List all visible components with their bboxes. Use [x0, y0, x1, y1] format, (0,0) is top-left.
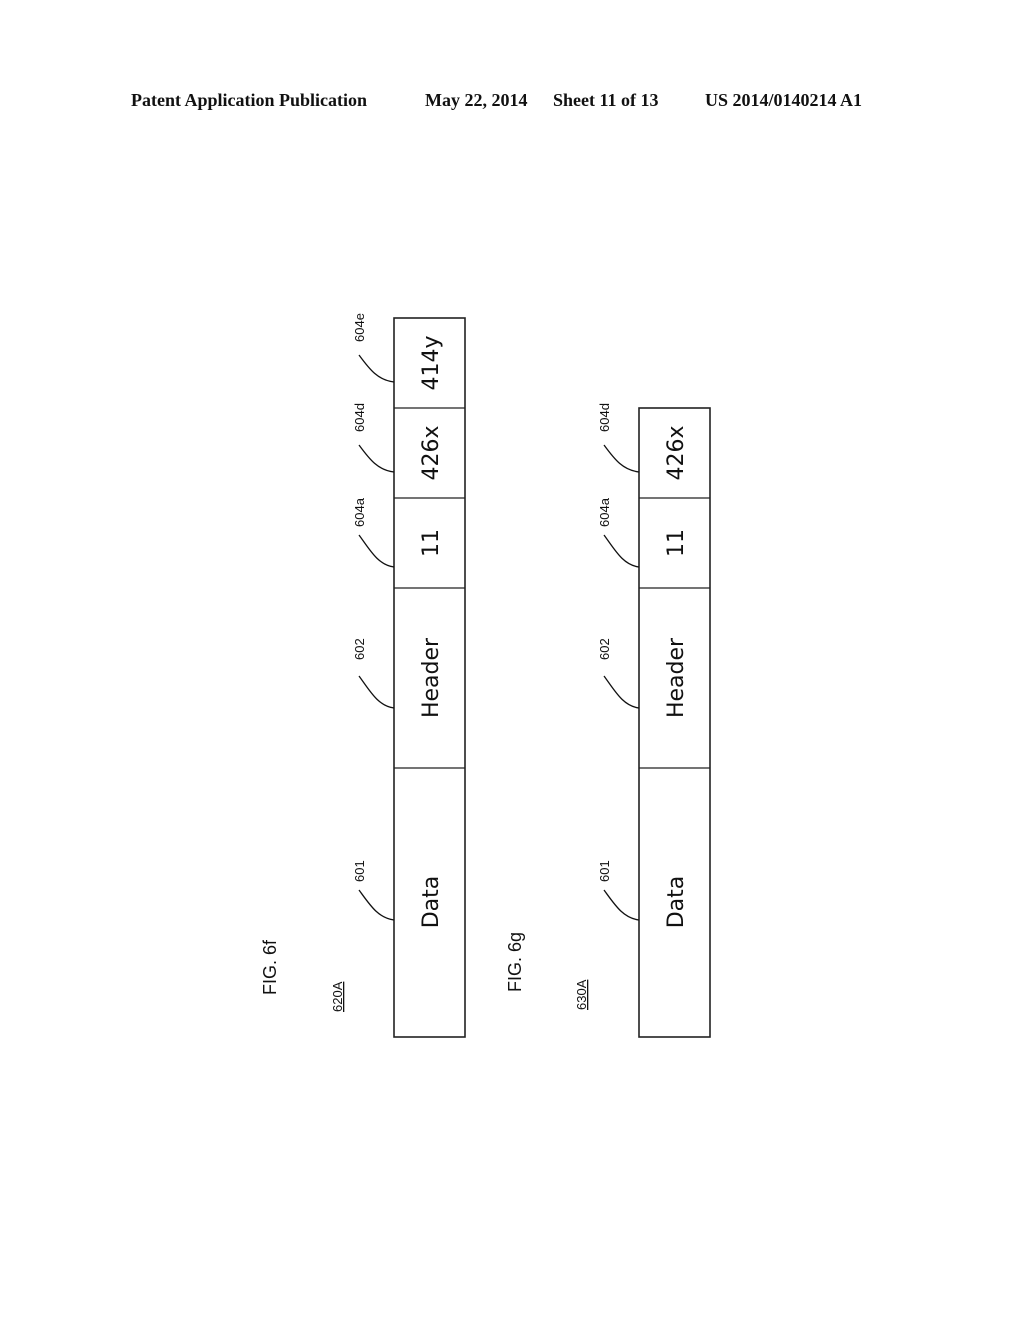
cell-header: Header — [664, 637, 689, 718]
leader-line — [358, 534, 395, 568]
ref-label: 604a — [352, 497, 367, 527]
packet-outline — [638, 407, 711, 1038]
ref-label: 604e — [352, 313, 367, 342]
figure-label: FIG. 6f — [260, 939, 280, 995]
leader-line — [603, 534, 640, 568]
figure-drawing: FIG. 6f 620A Data Header 11 426x 414y 60… — [260, 313, 711, 1038]
ref-label: 601 — [352, 860, 367, 882]
ref-label: 602 — [352, 638, 367, 660]
ref-label: 604d — [597, 403, 612, 432]
figure-6g: FIG. 6g 630A Data Header 11 426x 601 602… — [505, 403, 711, 1038]
leader-line — [603, 889, 640, 921]
leader-line — [603, 675, 640, 709]
leader-line — [603, 444, 640, 473]
cell-data: Data — [664, 876, 689, 929]
ref-label: 604a — [597, 497, 612, 527]
leader-line — [358, 444, 395, 473]
leader-line — [358, 889, 395, 921]
figure-ref: 630A — [574, 979, 589, 1010]
cell-426x: 426x — [419, 425, 444, 480]
cell-11: 11 — [664, 529, 689, 557]
leader-line — [358, 675, 395, 709]
cell-header: Header — [419, 637, 444, 718]
ref-label: 602 — [597, 638, 612, 660]
leader-line — [358, 354, 395, 383]
cell-11: 11 — [419, 529, 444, 557]
ref-label: 604d — [352, 403, 367, 432]
figure-ref: 620A — [330, 981, 345, 1012]
figure-6f: FIG. 6f 620A Data Header 11 426x 414y 60… — [260, 313, 466, 1038]
cell-414y: 414y — [419, 335, 444, 390]
ref-label: 601 — [597, 860, 612, 882]
figure-label: FIG. 6g — [505, 932, 525, 992]
cell-426x: 426x — [664, 425, 689, 480]
cell-data: Data — [419, 876, 444, 929]
